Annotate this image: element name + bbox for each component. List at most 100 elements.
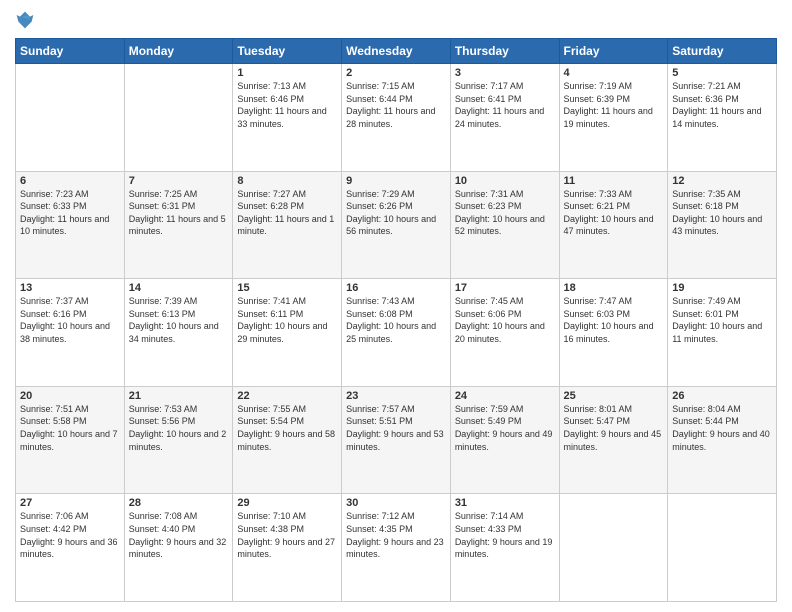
- calendar-cell: 9Sunrise: 7:29 AMSunset: 6:26 PMDaylight…: [342, 171, 451, 279]
- day-number: 7: [129, 175, 229, 187]
- page: SundayMondayTuesdayWednesdayThursdayFrid…: [0, 0, 792, 612]
- day-info: Sunrise: 7:19 AMSunset: 6:39 PMDaylight:…: [564, 80, 664, 130]
- day-info: Sunrise: 7:06 AMSunset: 4:42 PMDaylight:…: [20, 510, 120, 560]
- calendar-cell: 28Sunrise: 7:08 AMSunset: 4:40 PMDayligh…: [124, 494, 233, 602]
- day-info: Sunrise: 7:55 AMSunset: 5:54 PMDaylight:…: [237, 403, 337, 453]
- day-number: 2: [346, 67, 446, 79]
- day-info: Sunrise: 7:25 AMSunset: 6:31 PMDaylight:…: [129, 188, 229, 238]
- day-info: Sunrise: 7:35 AMSunset: 6:18 PMDaylight:…: [672, 188, 772, 238]
- calendar-header-row: SundayMondayTuesdayWednesdayThursdayFrid…: [16, 39, 777, 64]
- calendar-cell: [16, 64, 125, 172]
- day-info: Sunrise: 7:21 AMSunset: 6:36 PMDaylight:…: [672, 80, 772, 130]
- day-info: Sunrise: 7:13 AMSunset: 6:46 PMDaylight:…: [237, 80, 337, 130]
- day-info: Sunrise: 7:41 AMSunset: 6:11 PMDaylight:…: [237, 295, 337, 345]
- logo-icon: [15, 10, 35, 30]
- calendar-cell: 26Sunrise: 8:04 AMSunset: 5:44 PMDayligh…: [668, 386, 777, 494]
- calendar-cell: 17Sunrise: 7:45 AMSunset: 6:06 PMDayligh…: [450, 279, 559, 387]
- calendar-cell: 25Sunrise: 8:01 AMSunset: 5:47 PMDayligh…: [559, 386, 668, 494]
- day-number: 3: [455, 67, 555, 79]
- day-info: Sunrise: 7:23 AMSunset: 6:33 PMDaylight:…: [20, 188, 120, 238]
- day-info: Sunrise: 7:51 AMSunset: 5:58 PMDaylight:…: [20, 403, 120, 453]
- day-info: Sunrise: 7:39 AMSunset: 6:13 PMDaylight:…: [129, 295, 229, 345]
- day-number: 6: [20, 175, 120, 187]
- day-number: 31: [455, 497, 555, 509]
- day-info: Sunrise: 7:43 AMSunset: 6:08 PMDaylight:…: [346, 295, 446, 345]
- calendar-cell: 30Sunrise: 7:12 AMSunset: 4:35 PMDayligh…: [342, 494, 451, 602]
- calendar-cell: 5Sunrise: 7:21 AMSunset: 6:36 PMDaylight…: [668, 64, 777, 172]
- day-number: 9: [346, 175, 446, 187]
- day-number: 14: [129, 282, 229, 294]
- day-number: 13: [20, 282, 120, 294]
- logo: [15, 10, 39, 30]
- day-number: 4: [564, 67, 664, 79]
- day-info: Sunrise: 8:01 AMSunset: 5:47 PMDaylight:…: [564, 403, 664, 453]
- calendar-cell: [668, 494, 777, 602]
- day-info: Sunrise: 7:53 AMSunset: 5:56 PMDaylight:…: [129, 403, 229, 453]
- day-number: 12: [672, 175, 772, 187]
- calendar-table: SundayMondayTuesdayWednesdayThursdayFrid…: [15, 38, 777, 602]
- weekday-header-saturday: Saturday: [668, 39, 777, 64]
- day-number: 19: [672, 282, 772, 294]
- calendar-cell: [559, 494, 668, 602]
- day-number: 18: [564, 282, 664, 294]
- calendar-cell: 18Sunrise: 7:47 AMSunset: 6:03 PMDayligh…: [559, 279, 668, 387]
- day-number: 8: [237, 175, 337, 187]
- calendar-row-4: 27Sunrise: 7:06 AMSunset: 4:42 PMDayligh…: [16, 494, 777, 602]
- day-number: 20: [20, 390, 120, 402]
- weekday-header-monday: Monday: [124, 39, 233, 64]
- day-info: Sunrise: 7:29 AMSunset: 6:26 PMDaylight:…: [346, 188, 446, 238]
- weekday-header-friday: Friday: [559, 39, 668, 64]
- day-number: 30: [346, 497, 446, 509]
- calendar-cell: 6Sunrise: 7:23 AMSunset: 6:33 PMDaylight…: [16, 171, 125, 279]
- day-info: Sunrise: 8:04 AMSunset: 5:44 PMDaylight:…: [672, 403, 772, 453]
- calendar-cell: 4Sunrise: 7:19 AMSunset: 6:39 PMDaylight…: [559, 64, 668, 172]
- day-number: 23: [346, 390, 446, 402]
- calendar-cell: 13Sunrise: 7:37 AMSunset: 6:16 PMDayligh…: [16, 279, 125, 387]
- day-info: Sunrise: 7:17 AMSunset: 6:41 PMDaylight:…: [455, 80, 555, 130]
- calendar-cell: 2Sunrise: 7:15 AMSunset: 6:44 PMDaylight…: [342, 64, 451, 172]
- calendar-cell: 16Sunrise: 7:43 AMSunset: 6:08 PMDayligh…: [342, 279, 451, 387]
- day-number: 17: [455, 282, 555, 294]
- calendar-cell: 23Sunrise: 7:57 AMSunset: 5:51 PMDayligh…: [342, 386, 451, 494]
- day-info: Sunrise: 7:31 AMSunset: 6:23 PMDaylight:…: [455, 188, 555, 238]
- day-info: Sunrise: 7:57 AMSunset: 5:51 PMDaylight:…: [346, 403, 446, 453]
- weekday-header-sunday: Sunday: [16, 39, 125, 64]
- calendar-cell: 7Sunrise: 7:25 AMSunset: 6:31 PMDaylight…: [124, 171, 233, 279]
- weekday-header-tuesday: Tuesday: [233, 39, 342, 64]
- day-info: Sunrise: 7:15 AMSunset: 6:44 PMDaylight:…: [346, 80, 446, 130]
- day-number: 28: [129, 497, 229, 509]
- day-number: 22: [237, 390, 337, 402]
- calendar-cell: 14Sunrise: 7:39 AMSunset: 6:13 PMDayligh…: [124, 279, 233, 387]
- day-info: Sunrise: 7:14 AMSunset: 4:33 PMDaylight:…: [455, 510, 555, 560]
- day-info: Sunrise: 7:47 AMSunset: 6:03 PMDaylight:…: [564, 295, 664, 345]
- day-number: 10: [455, 175, 555, 187]
- day-info: Sunrise: 7:10 AMSunset: 4:38 PMDaylight:…: [237, 510, 337, 560]
- day-number: 27: [20, 497, 120, 509]
- calendar-cell: 11Sunrise: 7:33 AMSunset: 6:21 PMDayligh…: [559, 171, 668, 279]
- calendar-cell: 3Sunrise: 7:17 AMSunset: 6:41 PMDaylight…: [450, 64, 559, 172]
- calendar-cell: 31Sunrise: 7:14 AMSunset: 4:33 PMDayligh…: [450, 494, 559, 602]
- calendar-cell: [124, 64, 233, 172]
- calendar-cell: 1Sunrise: 7:13 AMSunset: 6:46 PMDaylight…: [233, 64, 342, 172]
- calendar-row-0: 1Sunrise: 7:13 AMSunset: 6:46 PMDaylight…: [16, 64, 777, 172]
- weekday-header-thursday: Thursday: [450, 39, 559, 64]
- day-info: Sunrise: 7:49 AMSunset: 6:01 PMDaylight:…: [672, 295, 772, 345]
- day-number: 24: [455, 390, 555, 402]
- calendar-cell: 20Sunrise: 7:51 AMSunset: 5:58 PMDayligh…: [16, 386, 125, 494]
- calendar-row-2: 13Sunrise: 7:37 AMSunset: 6:16 PMDayligh…: [16, 279, 777, 387]
- calendar-cell: 15Sunrise: 7:41 AMSunset: 6:11 PMDayligh…: [233, 279, 342, 387]
- day-info: Sunrise: 7:33 AMSunset: 6:21 PMDaylight:…: [564, 188, 664, 238]
- calendar-cell: 24Sunrise: 7:59 AMSunset: 5:49 PMDayligh…: [450, 386, 559, 494]
- calendar-cell: 19Sunrise: 7:49 AMSunset: 6:01 PMDayligh…: [668, 279, 777, 387]
- day-info: Sunrise: 7:27 AMSunset: 6:28 PMDaylight:…: [237, 188, 337, 238]
- calendar-cell: 12Sunrise: 7:35 AMSunset: 6:18 PMDayligh…: [668, 171, 777, 279]
- day-number: 16: [346, 282, 446, 294]
- header: [15, 10, 777, 30]
- calendar-cell: 10Sunrise: 7:31 AMSunset: 6:23 PMDayligh…: [450, 171, 559, 279]
- calendar-cell: 27Sunrise: 7:06 AMSunset: 4:42 PMDayligh…: [16, 494, 125, 602]
- day-number: 21: [129, 390, 229, 402]
- calendar-cell: 22Sunrise: 7:55 AMSunset: 5:54 PMDayligh…: [233, 386, 342, 494]
- day-info: Sunrise: 7:37 AMSunset: 6:16 PMDaylight:…: [20, 295, 120, 345]
- day-number: 1: [237, 67, 337, 79]
- day-number: 15: [237, 282, 337, 294]
